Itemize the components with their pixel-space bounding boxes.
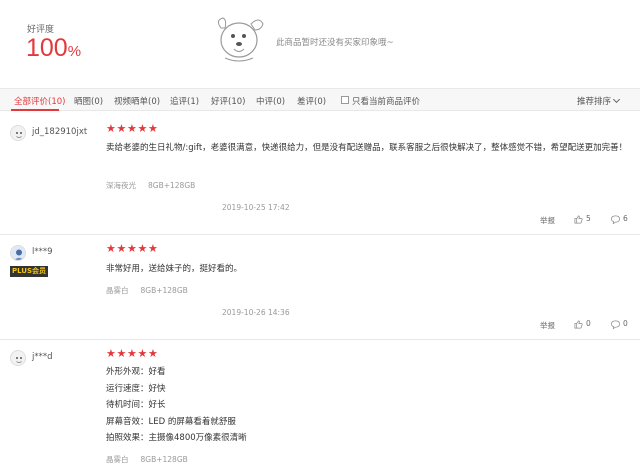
review-content: 非常好用，送给妹子的，挺好看的。 xyxy=(106,264,243,274)
active-tab-underline xyxy=(11,109,59,111)
star-icon: ★ xyxy=(106,242,116,255)
star-icon: ★ xyxy=(106,122,116,135)
rating-stars: ★★★★★ xyxy=(106,122,159,135)
tab-positive[interactable]: 好评(10) xyxy=(211,95,245,107)
star-icon: ★ xyxy=(137,242,148,255)
star-icon: ★ xyxy=(127,242,137,255)
sort-dropdown[interactable]: 推荐排序 xyxy=(577,95,621,107)
report-link[interactable]: 举报 xyxy=(540,215,555,226)
star-icon: ★ xyxy=(116,122,127,135)
avatar[interactable] xyxy=(10,125,26,141)
review-line: 外形外观：好看 xyxy=(106,367,166,377)
tab-all-reviews[interactable]: 全部评价(10) xyxy=(14,95,65,107)
current-item-checkbox[interactable] xyxy=(341,96,349,104)
avatar[interactable] xyxy=(10,245,26,261)
like-button[interactable]: 5 xyxy=(574,214,591,224)
star-icon: ★ xyxy=(116,242,127,255)
review-content: 卖给老婆的生日礼物/:gift，老婆很满意，快递很给力，但是没有配送赠品，联系客… xyxy=(106,143,628,153)
username: jd_182910jxt xyxy=(32,127,88,137)
joy-dog-mascot-icon xyxy=(211,14,267,66)
review-filter-tabs: 全部评价(10) 晒图(0) 视频晒单(0) 追评(1) 好评(10) 中评(0… xyxy=(0,88,640,111)
review-line: 屏幕音效：LED 的屏幕看着就舒服 xyxy=(106,416,236,427)
divider xyxy=(0,234,640,235)
like-button[interactable]: 0 xyxy=(574,319,591,329)
username: l***9 xyxy=(32,247,53,257)
comment-icon xyxy=(611,320,620,329)
tab-photos[interactable]: 晒图(0) xyxy=(74,95,103,107)
product-spec: 深海夜光 8GB+128GB xyxy=(106,181,196,190)
chevron-down-icon xyxy=(612,95,621,104)
rating-stars: ★★★★★ xyxy=(106,347,159,360)
star-icon: ★ xyxy=(127,347,137,360)
review-line: 拍照效果：主摄像4800万像素很清晰 xyxy=(106,433,247,443)
star-icon: ★ xyxy=(116,347,127,360)
thumbs-up-icon xyxy=(574,215,583,223)
review-line: 运行速度：好快 xyxy=(106,383,166,394)
tab-video[interactable]: 视频晒单(0) xyxy=(114,95,160,107)
star-icon: ★ xyxy=(148,122,158,135)
star-icon: ★ xyxy=(148,347,158,360)
rating-value: 100% xyxy=(26,34,82,62)
reply-button[interactable]: 6 xyxy=(611,214,628,224)
no-impression-text: 此商品暂时还没有买家印象哦~ xyxy=(276,38,394,48)
comment-icon xyxy=(611,215,620,224)
divider xyxy=(0,339,640,340)
tab-followup[interactable]: 追评(1) xyxy=(170,95,199,107)
rating-summary: 好评度 100% 此商品暂时还没有买家印象哦~ xyxy=(0,0,640,88)
star-icon: ★ xyxy=(106,347,116,360)
report-link[interactable]: 举报 xyxy=(540,320,555,331)
rating-stars: ★★★★★ xyxy=(106,242,159,255)
tab-neutral[interactable]: 中评(0) xyxy=(256,95,285,107)
star-icon: ★ xyxy=(127,122,137,135)
current-item-only-label[interactable]: 只看当前商品评价 xyxy=(352,95,420,107)
avatar[interactable] xyxy=(10,350,26,366)
reply-button[interactable]: 0 xyxy=(611,319,628,329)
product-spec: 晶雾白 8GB+128GB xyxy=(106,455,188,464)
review-line: 待机时间：好长 xyxy=(106,400,166,410)
review-date: 2019-10-25 17:42 xyxy=(222,203,290,212)
product-spec: 晶雾白 8GB+128GB xyxy=(106,286,188,295)
review-date: 2019-10-26 14:36 xyxy=(222,308,290,317)
star-icon: ★ xyxy=(148,242,158,255)
thumbs-up-icon xyxy=(574,320,583,328)
star-icon: ★ xyxy=(137,347,148,360)
tab-negative[interactable]: 差评(0) xyxy=(297,95,326,107)
star-icon: ★ xyxy=(137,122,148,135)
plus-member-badge: PLUS会员 xyxy=(10,266,48,277)
review-content: 外形外观：好看 运行速度：好快 待机时间：好长 屏幕音效：LED 的屏幕看着就舒… xyxy=(106,364,630,447)
username: j***d xyxy=(32,352,53,362)
